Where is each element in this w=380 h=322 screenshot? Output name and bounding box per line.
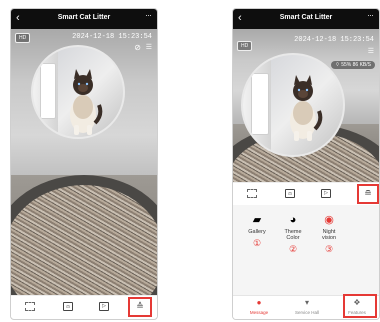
camera-floor: [11, 175, 157, 295]
cat-image: [70, 69, 103, 135]
gallery-icon: ▰: [252, 214, 262, 226]
camera-view[interactable]: HD 2024-12-18 15:23:54 ⌔ 55% 86 KB/S ☰: [233, 29, 379, 182]
bell-icon: ●: [256, 298, 262, 307]
highlight-box: [343, 294, 377, 318]
cart-icon: ▾: [304, 298, 309, 307]
tab-service-hall[interactable]: ▾ Service Hall: [287, 298, 327, 315]
fullscreen-icon[interactable]: [25, 302, 35, 311]
phone-screen-right: ‹ Smart Cat Litter ··· HD 2024-12-18 15:…: [232, 8, 380, 320]
list-icon[interactable]: ☰: [368, 47, 374, 55]
bowl-door: [40, 63, 57, 119]
app-title: Smart Cat Litter: [57, 14, 111, 21]
app-title: Smart Cat Litter: [279, 14, 333, 21]
app-header: ‹ Smart Cat Litter ···: [233, 9, 379, 29]
wifi-signal: 55%: [341, 62, 352, 68]
highlight-box: [357, 184, 379, 204]
feature-gallery[interactable]: ▰ Gallery ①: [241, 213, 273, 249]
mic-off-icon[interactable]: ⊘: [134, 43, 141, 52]
screenshot-icon[interactable]: ⊡: [63, 302, 73, 311]
feature-label: Gallery: [248, 229, 266, 235]
app-header: ‹ Smart Cat Litter ···: [11, 9, 157, 29]
feature-label: Theme Color: [284, 229, 302, 241]
list-icon[interactable]: ☰: [146, 43, 152, 51]
feature-number: ③: [324, 244, 334, 254]
feature-number: ②: [288, 244, 298, 254]
night-vision-icon: ◉: [324, 214, 334, 226]
network-status: ⌔ 55% 86 KB/S: [331, 61, 375, 69]
feature-theme-color[interactable]: ◕ Theme Color ②: [277, 213, 309, 255]
timestamp: 2024-12-18 15:23:54: [72, 33, 152, 41]
phone-screen-left: ‹ Smart Cat Litter ··· HD 2024-12-18 15:…: [10, 8, 158, 320]
palette-icon: ◕: [289, 214, 297, 226]
hd-badge[interactable]: HD: [15, 33, 31, 43]
camera-view[interactable]: HD 2024-12-18 15:23:54 ⊘ ☰: [11, 29, 157, 295]
litter-bed: [11, 185, 157, 295]
tab-label: Message: [249, 310, 269, 315]
camera-bowl: [241, 53, 345, 157]
feature-night-vision[interactable]: ◉ Night vision ③: [313, 213, 345, 255]
bitrate: 86 KB/S: [352, 62, 371, 68]
camera-bowl: [31, 45, 125, 139]
bowl-door: [251, 73, 269, 135]
feature-label: Night vision: [321, 229, 337, 241]
timestamp: 2024-12-18 15:23:54: [294, 36, 374, 44]
record-icon[interactable]: ▷: [321, 189, 331, 198]
tab-label: Service Hall: [294, 310, 319, 315]
screenshot-icon[interactable]: ⊡: [285, 189, 295, 198]
more-dots-icon[interactable]: ···: [367, 10, 374, 20]
record-icon[interactable]: ▷: [99, 302, 109, 311]
feature-number: ①: [252, 238, 262, 248]
fullscreen-icon[interactable]: [247, 189, 257, 198]
highlight-box: [128, 297, 152, 317]
wifi-icon: ⌔: [335, 62, 340, 68]
features-panel: ▰ Gallery ① ◕ Theme Color ② ◉ Night visi…: [233, 205, 379, 297]
more-dots-icon[interactable]: ···: [145, 10, 152, 20]
cat-image: [290, 75, 323, 141]
tab-message[interactable]: ● Message: [239, 298, 279, 315]
hd-badge[interactable]: HD: [237, 41, 253, 51]
